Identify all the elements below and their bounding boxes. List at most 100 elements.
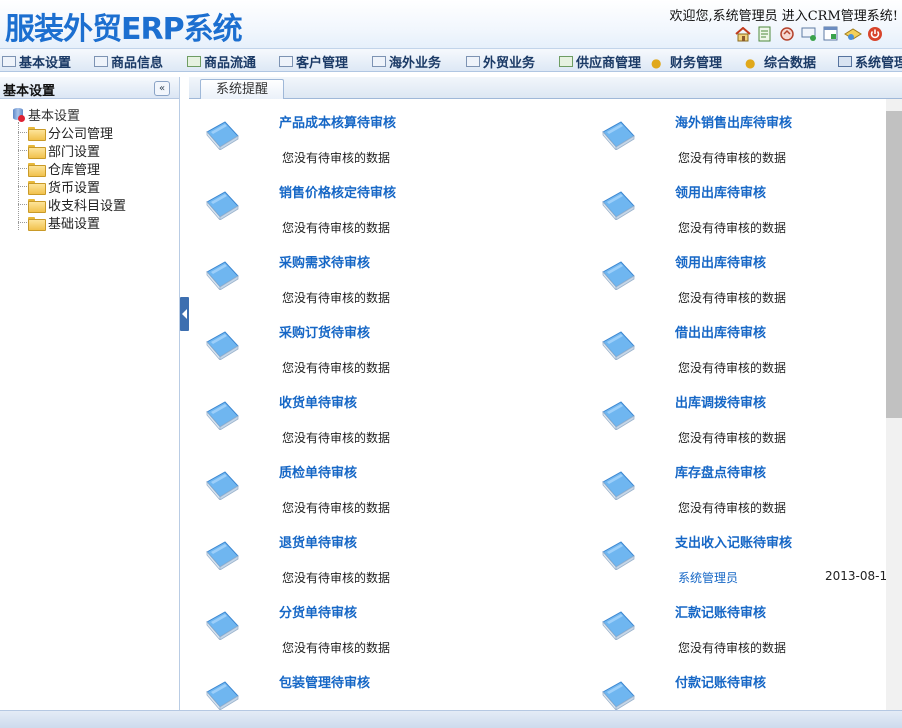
sync-icon[interactable]	[778, 25, 796, 43]
notebook-icon	[203, 400, 241, 432]
menu-product-flow[interactable]: 商品流通	[187, 52, 256, 71]
reminder-title-link[interactable]: 支出收入记账待审核	[675, 532, 792, 551]
menu-composite-data[interactable]: ● 综合数据	[745, 52, 816, 71]
reminder-item: 产品成本核算待审核您没有待审核的数据	[189, 99, 519, 169]
home-icon[interactable]	[734, 25, 752, 43]
reminder-title-link[interactable]: 分货单待审核	[279, 602, 357, 621]
notebook-icon	[203, 540, 241, 572]
menu-foreign-trade[interactable]: 外贸业务	[466, 52, 535, 71]
reminder-item: 海外销售出库待审核 您没有待审核的数据	[585, 99, 886, 169]
reminder-title-link[interactable]: 收货单待审核	[279, 392, 357, 411]
reminder-description: 您没有待审核的数据	[282, 221, 391, 235]
tree-item-department[interactable]: 部门设置	[18, 141, 100, 160]
reminder-title-link[interactable]: 采购需求待审核	[279, 252, 370, 271]
left-panel: 基本设置 « 基本设置 分公司管理 部门设置 仓库管理 货币设置 收支科目设置 …	[0, 77, 180, 728]
reminder-title-link[interactable]: 质检单待审核	[279, 462, 357, 481]
notebook-icon	[203, 680, 241, 711]
message-icon[interactable]	[800, 25, 818, 43]
menu-label: 商品信息	[111, 56, 164, 71]
notebook-icon	[203, 610, 241, 642]
reminder-title-link[interactable]: 产品成本核算待审核	[279, 112, 396, 131]
panel-splitter-toggle[interactable]	[180, 297, 189, 331]
folder-icon	[28, 144, 46, 159]
power-icon[interactable]	[866, 25, 884, 43]
reminder-description: 您没有待审核的数据	[678, 501, 787, 515]
menu-basic-settings[interactable]: 基本设置	[2, 52, 71, 71]
tree-item-accounts[interactable]: 收支科目设置	[18, 195, 126, 214]
reminder-description: 您没有待审核的数据	[282, 641, 391, 655]
reminder-title-link[interactable]: 销售价格核定待审核	[279, 182, 396, 201]
welcome-text: 欢迎您,系统管理员	[669, 9, 778, 24]
left-panel-header: 基本设置 «	[0, 77, 179, 99]
menu-overseas-business[interactable]: 海外业务	[372, 52, 441, 71]
reminder-description: 您没有待审核的数据	[282, 501, 391, 515]
reminder-date: 2013-08-13	[825, 569, 886, 583]
reminder-item: 采购需求待审核您没有待审核的数据	[189, 239, 519, 309]
reminder-title-link[interactable]: 领用出库待审核	[675, 252, 766, 271]
collapse-panel-button[interactable]: «	[154, 81, 170, 96]
reminder-title-link[interactable]: 汇款记账待审核	[675, 602, 766, 621]
notebook-icon	[599, 400, 637, 432]
coins-icon: ●	[745, 56, 756, 70]
coins-icon: ●	[651, 56, 662, 70]
reminder-description: 您没有待审核的数据	[282, 151, 391, 165]
menu-supplier-mgmt[interactable]: 供应商管理	[559, 52, 641, 71]
reminder-item: 借出出库待审核 您没有待审核的数据	[585, 309, 886, 379]
menu-finance-mgmt[interactable]: ● 财务管理	[651, 52, 722, 71]
menu-label: 客户管理	[296, 56, 349, 71]
tree-item-branch-mgmt[interactable]: 分公司管理	[18, 123, 113, 142]
reminder-title-link[interactable]: 采购订货待审核	[279, 322, 370, 341]
refresh-icon	[559, 56, 573, 67]
menu-label: 系统管理	[855, 56, 902, 71]
tree-item-currency[interactable]: 货币设置	[18, 177, 100, 196]
menu-product-info[interactable]: 商品信息	[94, 52, 163, 71]
tab-system-reminder[interactable]: 系统提醒	[200, 79, 284, 100]
menu-label: 海外业务	[389, 56, 442, 71]
reminder-title-link[interactable]: 借出出库待审核	[675, 322, 766, 341]
menu-customer-mgmt[interactable]: 客户管理	[279, 52, 348, 71]
notebook-icon	[203, 120, 241, 152]
menu-label: 综合数据	[764, 56, 817, 71]
window-icon	[279, 56, 293, 67]
reminder-item: 库存盘点待审核您没有待审核的数据	[585, 449, 886, 519]
reminder-title-link[interactable]: 包装管理待审核	[279, 672, 370, 691]
menu-label: 供应商管理	[576, 56, 642, 71]
tree-root-label: 基本设置	[28, 109, 81, 124]
tree-item-warehouse[interactable]: 仓库管理	[18, 159, 100, 178]
reminder-item: 分货单待审核您没有待审核的数据	[189, 589, 519, 659]
reminder-title-link[interactable]: 库存盘点待审核	[675, 462, 766, 481]
notebook-icon	[599, 330, 637, 362]
mail-icon[interactable]	[844, 25, 862, 43]
reminder-description: 您没有待审核的数据	[282, 291, 391, 305]
reminder-item: 出库调拨待审核您没有待审核的数据	[585, 379, 886, 449]
tree-root[interactable]: 基本设置	[12, 105, 80, 124]
main-menu: 基本设置 商品信息 商品流通 客户管理 海外业务 外贸业务 供应商管理 ● 财务管…	[0, 48, 902, 72]
tree-item-label: 仓库管理	[48, 163, 101, 178]
reminder-item: 采购订货待审核 您没有待审核的数据	[189, 309, 519, 379]
menu-label: 商品流通	[204, 56, 257, 71]
reminder-title-link[interactable]: 退货单待审核	[279, 532, 357, 551]
notebook-icon	[203, 470, 241, 502]
tree-item-basic[interactable]: 基础设置	[18, 213, 100, 232]
reminder-description: 您没有待审核的数据	[678, 641, 787, 655]
reminder-title-link[interactable]: 付款记账待审核	[675, 672, 766, 691]
reminder-title-link[interactable]: 出库调拨待审核	[675, 392, 766, 411]
reminder-item: 收货单待审核 您没有待审核的数据	[189, 379, 519, 449]
scrollbar[interactable]	[886, 99, 902, 711]
reminder-item: 支出收入记账待审核系统管理员 2013-08-13	[585, 519, 886, 589]
computer-icon	[838, 56, 852, 67]
menu-label: 财务管理	[670, 56, 723, 71]
reminder-item: 付款记账待审核	[585, 659, 886, 711]
scrollbar-thumb[interactable]	[886, 111, 902, 418]
crm-link[interactable]: 进入CRM管理系统!	[782, 9, 898, 24]
window-icon	[372, 56, 386, 67]
menu-system-mgmt[interactable]: 系统管理	[838, 52, 902, 71]
reminder-title-link[interactable]: 海外销售出库待审核	[675, 112, 792, 131]
window-icon[interactable]	[822, 25, 840, 43]
notebook-icon	[599, 260, 637, 292]
document-icon[interactable]	[756, 25, 774, 43]
reminder-description: 您没有待审核的数据	[678, 431, 787, 445]
tree-item-label: 部门设置	[48, 145, 101, 160]
reminder-title-link[interactable]: 领用出库待审核	[675, 182, 766, 201]
folder-icon	[28, 216, 46, 231]
